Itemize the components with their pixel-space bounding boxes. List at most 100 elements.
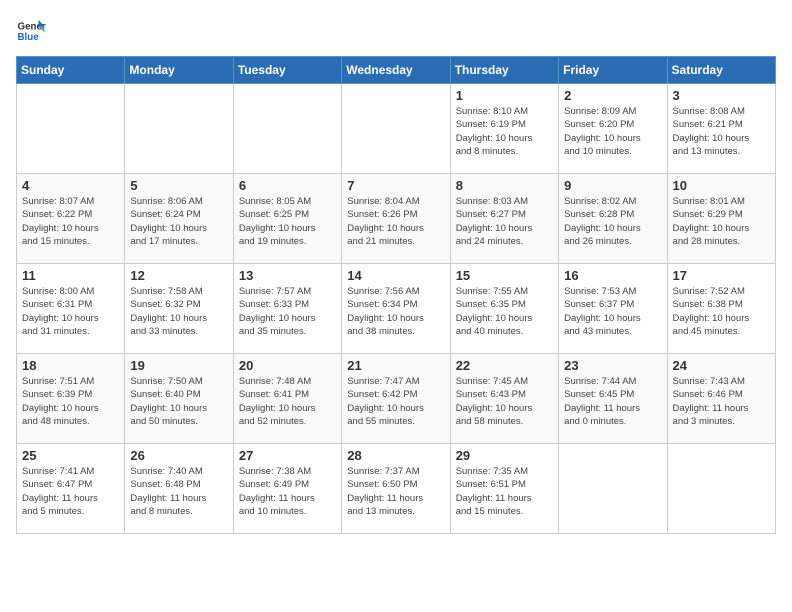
day-number: 22 <box>456 358 553 373</box>
calendar-week-1: 1 Sunrise: 8:10 AM Sunset: 6:19 PM Daylig… <box>17 84 776 174</box>
calendar-cell: 7Sunrise: 8:04 AM Sunset: 6:26 PM Daylig… <box>342 174 450 264</box>
calendar-cell: 20 Sunrise: 7:48 AM Sunset: 6:41 PM Dayli… <box>233 354 341 444</box>
day-number: 10 <box>673 178 770 193</box>
day-info: Sunrise: 7:57 AM Sunset: 6:33 PM Dayligh… <box>239 285 336 338</box>
calendar-cell <box>125 84 233 174</box>
day-header-friday: Friday <box>559 57 667 84</box>
day-number: 14 <box>347 268 444 283</box>
calendar-cell: 14 Sunrise: 7:56 AM Sunset: 6:34 PM Dayli… <box>342 264 450 354</box>
day-info: Sunrise: 7:44 AM Sunset: 6:45 PM Dayligh… <box>564 375 661 428</box>
day-number: 28 <box>347 448 444 463</box>
day-info: Sunrise: 7:53 AM Sunset: 6:37 PM Dayligh… <box>564 285 661 338</box>
calendar-cell <box>342 84 450 174</box>
day-info: Sunrise: 8:05 AM Sunset: 6:25 PM Dayligh… <box>239 195 336 248</box>
calendar-cell: 26 Sunrise: 7:40 AM Sunset: 6:48 PM Dayli… <box>125 444 233 534</box>
day-info: Sunrise: 7:58 AM Sunset: 6:32 PM Dayligh… <box>130 285 227 338</box>
logo-icon: General Blue <box>16 16 46 46</box>
day-info: Sunrise: 7:56 AM Sunset: 6:34 PM Dayligh… <box>347 285 444 338</box>
day-header-sunday: Sunday <box>17 57 125 84</box>
day-info: Sunrise: 7:41 AM Sunset: 6:47 PM Dayligh… <box>22 465 119 518</box>
day-number: 6 <box>239 178 336 193</box>
calendar-cell <box>17 84 125 174</box>
day-info: Sunrise: 8:07 AM Sunset: 6:22 PM Dayligh… <box>22 195 119 248</box>
calendar-cell: 10 Sunrise: 8:01 AM Sunset: 6:29 PM Dayli… <box>667 174 775 264</box>
day-number: 8 <box>456 178 553 193</box>
day-info: Sunrise: 7:50 AM Sunset: 6:40 PM Dayligh… <box>130 375 227 428</box>
day-number: 25 <box>22 448 119 463</box>
calendar-week-4: 18Sunrise: 7:51 AM Sunset: 6:39 PM Dayli… <box>17 354 776 444</box>
calendar-cell <box>233 84 341 174</box>
day-number: 5 <box>130 178 227 193</box>
day-number: 29 <box>456 448 553 463</box>
day-info: Sunrise: 8:10 AM Sunset: 6:19 PM Dayligh… <box>456 105 553 158</box>
calendar-week-5: 25 Sunrise: 7:41 AM Sunset: 6:47 PM Dayli… <box>17 444 776 534</box>
calendar-cell: 29 Sunrise: 7:35 AM Sunset: 6:51 PM Dayli… <box>450 444 558 534</box>
day-info: Sunrise: 7:35 AM Sunset: 6:51 PM Dayligh… <box>456 465 553 518</box>
day-number: 7 <box>347 178 444 193</box>
day-number: 9 <box>564 178 661 193</box>
calendar-cell: 24 Sunrise: 7:43 AM Sunset: 6:46 PM Dayli… <box>667 354 775 444</box>
logo: General Blue <box>16 16 50 46</box>
day-header-tuesday: Tuesday <box>233 57 341 84</box>
day-number: 23 <box>564 358 661 373</box>
calendar-cell: 5 Sunrise: 8:06 AM Sunset: 6:24 PM Daylig… <box>125 174 233 264</box>
day-number: 12 <box>130 268 227 283</box>
day-info: Sunrise: 7:37 AM Sunset: 6:50 PM Dayligh… <box>347 465 444 518</box>
calendar-cell: 12 Sunrise: 7:58 AM Sunset: 6:32 PM Dayli… <box>125 264 233 354</box>
day-header-monday: Monday <box>125 57 233 84</box>
day-number: 13 <box>239 268 336 283</box>
calendar-cell: 13 Sunrise: 7:57 AM Sunset: 6:33 PM Dayli… <box>233 264 341 354</box>
day-info: Sunrise: 8:06 AM Sunset: 6:24 PM Dayligh… <box>130 195 227 248</box>
day-info: Sunrise: 7:43 AM Sunset: 6:46 PM Dayligh… <box>673 375 770 428</box>
calendar-cell <box>559 444 667 534</box>
calendar-cell <box>667 444 775 534</box>
calendar-cell: 9 Sunrise: 8:02 AM Sunset: 6:28 PM Daylig… <box>559 174 667 264</box>
calendar-cell: 17 Sunrise: 7:52 AM Sunset: 6:38 PM Dayli… <box>667 264 775 354</box>
day-info: Sunrise: 8:09 AM Sunset: 6:20 PM Dayligh… <box>564 105 661 158</box>
day-header-wednesday: Wednesday <box>342 57 450 84</box>
calendar-cell: 22Sunrise: 7:45 AM Sunset: 6:43 PM Dayli… <box>450 354 558 444</box>
page-header: General Blue <box>16 16 776 46</box>
calendar-cell: 16Sunrise: 7:53 AM Sunset: 6:37 PM Dayli… <box>559 264 667 354</box>
day-number: 21 <box>347 358 444 373</box>
day-info: Sunrise: 7:47 AM Sunset: 6:42 PM Dayligh… <box>347 375 444 428</box>
day-number: 11 <box>22 268 119 283</box>
day-info: Sunrise: 8:01 AM Sunset: 6:29 PM Dayligh… <box>673 195 770 248</box>
day-info: Sunrise: 7:48 AM Sunset: 6:41 PM Dayligh… <box>239 375 336 428</box>
day-number: 1 <box>456 88 553 103</box>
calendar-cell: 23 Sunrise: 7:44 AM Sunset: 6:45 PM Dayli… <box>559 354 667 444</box>
day-number: 19 <box>130 358 227 373</box>
day-info: Sunrise: 7:52 AM Sunset: 6:38 PM Dayligh… <box>673 285 770 338</box>
day-number: 4 <box>22 178 119 193</box>
day-info: Sunrise: 8:00 AM Sunset: 6:31 PM Dayligh… <box>22 285 119 338</box>
calendar-header: SundayMondayTuesdayWednesdayThursdayFrid… <box>17 57 776 84</box>
calendar-cell: 8 Sunrise: 8:03 AM Sunset: 6:27 PM Daylig… <box>450 174 558 264</box>
day-info: Sunrise: 7:40 AM Sunset: 6:48 PM Dayligh… <box>130 465 227 518</box>
day-number: 20 <box>239 358 336 373</box>
calendar-cell: 25 Sunrise: 7:41 AM Sunset: 6:47 PM Dayli… <box>17 444 125 534</box>
calendar-cell: 6 Sunrise: 8:05 AM Sunset: 6:25 PM Daylig… <box>233 174 341 264</box>
day-number: 18 <box>22 358 119 373</box>
day-number: 2 <box>564 88 661 103</box>
calendar-cell: 27 Sunrise: 7:38 AM Sunset: 6:49 PM Dayli… <box>233 444 341 534</box>
calendar-cell: 3 Sunrise: 8:08 AM Sunset: 6:21 PM Daylig… <box>667 84 775 174</box>
day-info: Sunrise: 7:55 AM Sunset: 6:35 PM Dayligh… <box>456 285 553 338</box>
calendar-cell: 18Sunrise: 7:51 AM Sunset: 6:39 PM Dayli… <box>17 354 125 444</box>
calendar-cell: 1 Sunrise: 8:10 AM Sunset: 6:19 PM Daylig… <box>450 84 558 174</box>
day-number: 3 <box>673 88 770 103</box>
day-header-thursday: Thursday <box>450 57 558 84</box>
calendar-week-3: 11 Sunrise: 8:00 AM Sunset: 6:31 PM Dayli… <box>17 264 776 354</box>
day-number: 24 <box>673 358 770 373</box>
day-header-saturday: Saturday <box>667 57 775 84</box>
calendar-week-2: 4 Sunrise: 8:07 AM Sunset: 6:22 PM Daylig… <box>17 174 776 264</box>
calendar-cell: 4 Sunrise: 8:07 AM Sunset: 6:22 PM Daylig… <box>17 174 125 264</box>
day-info: Sunrise: 7:38 AM Sunset: 6:49 PM Dayligh… <box>239 465 336 518</box>
day-number: 27 <box>239 448 336 463</box>
day-info: Sunrise: 8:08 AM Sunset: 6:21 PM Dayligh… <box>673 105 770 158</box>
day-info: Sunrise: 8:02 AM Sunset: 6:28 PM Dayligh… <box>564 195 661 248</box>
day-number: 26 <box>130 448 227 463</box>
calendar-cell: 21 Sunrise: 7:47 AM Sunset: 6:42 PM Dayli… <box>342 354 450 444</box>
day-number: 17 <box>673 268 770 283</box>
day-info: Sunrise: 8:03 AM Sunset: 6:27 PM Dayligh… <box>456 195 553 248</box>
svg-text:Blue: Blue <box>18 32 40 43</box>
